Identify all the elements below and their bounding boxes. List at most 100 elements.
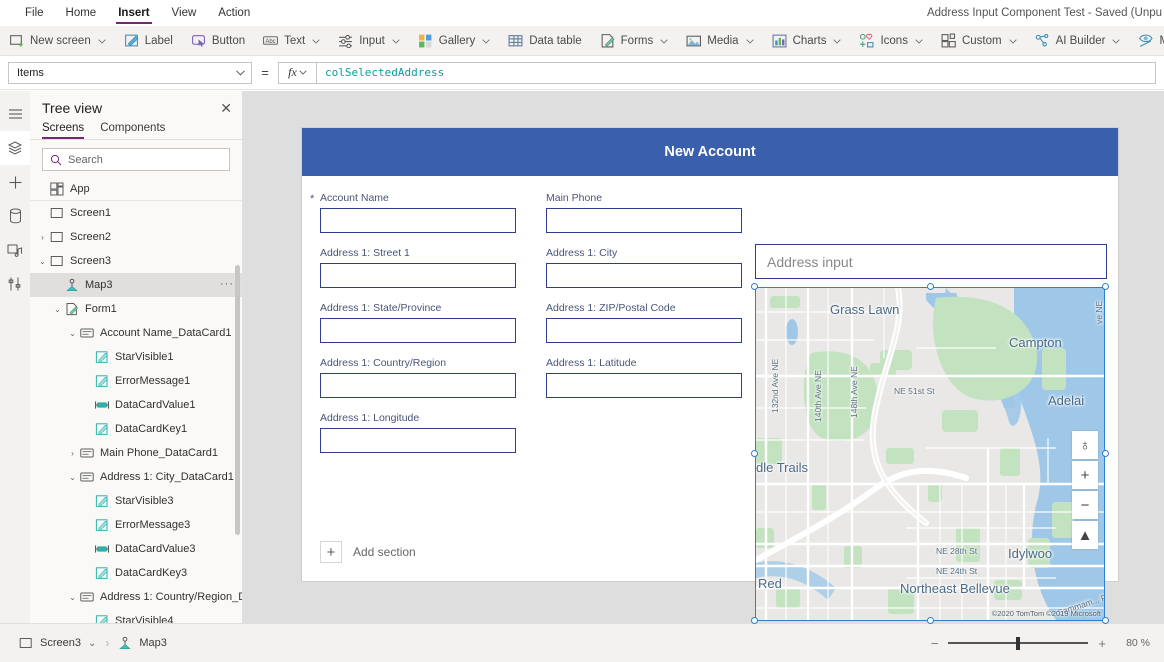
chevron-down-icon[interactable]: ⌄ xyxy=(51,305,64,314)
ribbon-button-charts[interactable]: Charts xyxy=(763,26,851,56)
tree-node-main-phone-datacard1[interactable]: ›Main Phone_DataCard1 xyxy=(30,441,242,465)
resize-handle-nw[interactable] xyxy=(751,283,758,290)
field-input[interactable] xyxy=(546,263,742,288)
tree-node-datacardvalue1[interactable]: DataCardValue1 xyxy=(30,393,242,417)
tree-node-screen1[interactable]: Screen1 xyxy=(30,201,242,225)
tree-node-address-1-country-region-datacard[interactable]: ⌄Address 1: Country/Region_DataCard xyxy=(30,585,242,609)
tree-node-account-name-datacard1[interactable]: ⌄Account Name_DataCard1 xyxy=(30,321,242,345)
insert-icon[interactable] xyxy=(0,165,30,199)
map-control[interactable]: Grass LawnCamptonAdelaidle TrailsIdylwoo… xyxy=(755,287,1105,621)
tree-tab-screens[interactable]: Screens xyxy=(42,122,84,139)
ribbon-button-label: Media xyxy=(707,35,738,47)
tree-scrollbar[interactable] xyxy=(235,265,240,535)
tree-node-starvisible3[interactable]: StarVisible3 xyxy=(30,489,242,513)
hamburger-menu-icon[interactable] xyxy=(0,97,30,131)
map-label: ve NE xyxy=(1094,301,1104,324)
field-input[interactable] xyxy=(546,318,742,343)
resize-handle-ne[interactable] xyxy=(1102,283,1109,290)
tree-tab-components[interactable]: Components xyxy=(100,122,165,139)
tree-node-address-1-city-datacard1[interactable]: ⌄Address 1: City_DataCard1 xyxy=(30,465,242,489)
compass-button-icon[interactable]: ♁ xyxy=(1072,431,1098,459)
data-icon[interactable] xyxy=(0,199,30,233)
breadcrumb-item-screen3[interactable]: Screen3⌄ xyxy=(10,636,105,650)
add-section-button[interactable]: + Add section xyxy=(320,541,416,563)
resize-handle-w[interactable] xyxy=(751,450,758,457)
zoom-in-button[interactable]: + xyxy=(1098,636,1106,651)
tree-view-icon[interactable] xyxy=(0,131,30,165)
menu-item-home[interactable]: Home xyxy=(55,0,108,26)
chevron-right-icon[interactable]: › xyxy=(66,449,79,458)
zoom-in-button-icon[interactable]: + xyxy=(1072,461,1098,489)
ribbon-button-media[interactable]: Media xyxy=(677,26,762,56)
formula-input[interactable]: colSelectedAddress xyxy=(316,62,1156,84)
chevron-down-icon[interactable]: ⌄ xyxy=(36,257,49,266)
zoom-slider-thumb[interactable] xyxy=(1016,637,1020,650)
menu-item-insert[interactable]: Insert xyxy=(107,0,160,26)
resize-handle-se[interactable] xyxy=(1102,617,1109,624)
field-input[interactable] xyxy=(546,373,742,398)
bottom-status-bar: Screen3⌄›Map3 − + 80 % xyxy=(0,623,1164,662)
map-control-selection[interactable]: Grass LawnCamptonAdelaidle TrailsIdylwoo… xyxy=(755,287,1105,621)
chevron-down-icon[interactable]: ⌄ xyxy=(66,473,79,482)
tree-node-starvisible4[interactable]: StarVisible4 xyxy=(30,609,242,623)
map-style-button-icon[interactable]: ▲ xyxy=(1072,521,1098,549)
ribbon-button-ai-builder[interactable]: AI Builder xyxy=(1026,26,1130,56)
breadcrumb-item-map3[interactable]: Map3 xyxy=(109,636,176,650)
ribbon-button-data-table[interactable]: Data table xyxy=(499,26,590,56)
tree-node-app[interactable]: App xyxy=(30,177,242,201)
close-icon[interactable]: ✕ xyxy=(220,101,232,115)
fx-button[interactable]: fx xyxy=(278,62,316,84)
field-input[interactable] xyxy=(546,208,742,233)
tree-node-datacardvalue3[interactable]: DataCardValue3 xyxy=(30,537,242,561)
ribbon-button-label[interactable]: Label xyxy=(115,26,182,56)
tree-node-datacardkey3[interactable]: DataCardKey3 xyxy=(30,561,242,585)
field-input[interactable] xyxy=(320,318,516,343)
zoom-slider[interactable] xyxy=(948,636,1088,650)
chevron-down-icon[interactable]: ⌄ xyxy=(66,329,79,338)
tree-node-datacardkey1[interactable]: DataCardKey1 xyxy=(30,417,242,441)
tree-node-errormessage1[interactable]: ErrorMessage1 xyxy=(30,369,242,393)
tree-node-screen3[interactable]: ⌄Screen3 xyxy=(30,249,242,273)
search-input[interactable]: Search xyxy=(42,148,230,171)
tree-node-starvisible1[interactable]: StarVisible1 xyxy=(30,345,242,369)
zoom-out-button-icon[interactable]: − xyxy=(1072,491,1098,519)
resize-handle-s[interactable] xyxy=(927,617,934,624)
ribbon-button-mixed-reality[interactable]: Mixed Reality xyxy=(1129,26,1164,56)
property-select[interactable]: Items xyxy=(8,62,252,84)
menu-item-file[interactable]: File xyxy=(14,0,55,26)
field-input[interactable] xyxy=(320,208,516,233)
ribbon-button-label: AI Builder xyxy=(1056,35,1106,47)
media-library-icon[interactable] xyxy=(0,233,30,267)
ribbon-button-new-screen[interactable]: New screen xyxy=(0,26,115,56)
address-input-field[interactable]: Address input xyxy=(755,244,1107,279)
resize-handle-n[interactable] xyxy=(927,283,934,290)
resize-handle-e[interactable] xyxy=(1102,450,1109,457)
field-input[interactable] xyxy=(320,263,516,288)
mixed-reality-icon xyxy=(1138,33,1153,48)
ribbon-button-forms[interactable]: Forms xyxy=(591,26,678,56)
chevron-down-icon[interactable]: ⌄ xyxy=(88,638,96,649)
tree-node-errormessage3[interactable]: ErrorMessage3 xyxy=(30,513,242,537)
chevron-down-icon[interactable]: ⌄ xyxy=(66,593,79,602)
tree-node-screen2[interactable]: ›Screen2 xyxy=(30,225,242,249)
field-input[interactable] xyxy=(320,428,516,453)
ribbon-button-custom[interactable]: Custom xyxy=(932,26,1026,56)
ribbon-button-button[interactable]: Button xyxy=(182,26,254,56)
advanced-tools-icon[interactable] xyxy=(0,267,30,301)
gallery-icon xyxy=(418,33,433,48)
menu-item-view[interactable]: View xyxy=(161,0,208,26)
tree-node-label: Form1 xyxy=(85,303,117,315)
field-input[interactable] xyxy=(320,373,516,398)
zoom-out-button[interactable]: − xyxy=(931,636,939,651)
datacard-icon xyxy=(79,590,95,604)
tree-node-form1[interactable]: ⌄ Form1 xyxy=(30,297,242,321)
ribbon-button-input[interactable]: Input xyxy=(329,26,409,56)
menu-item-action[interactable]: Action xyxy=(207,0,261,26)
chevron-right-icon[interactable]: › xyxy=(36,233,49,242)
tree-node-map3[interactable]: Map3··· xyxy=(30,273,242,297)
ribbon-button-gallery[interactable]: Gallery xyxy=(409,26,499,56)
tree-node-more-icon[interactable]: ··· xyxy=(220,278,234,290)
ribbon-button-text[interactable]: AbcText xyxy=(254,26,329,56)
ribbon-button-icons[interactable]: Icons xyxy=(850,26,932,56)
resize-handle-sw[interactable] xyxy=(751,617,758,624)
